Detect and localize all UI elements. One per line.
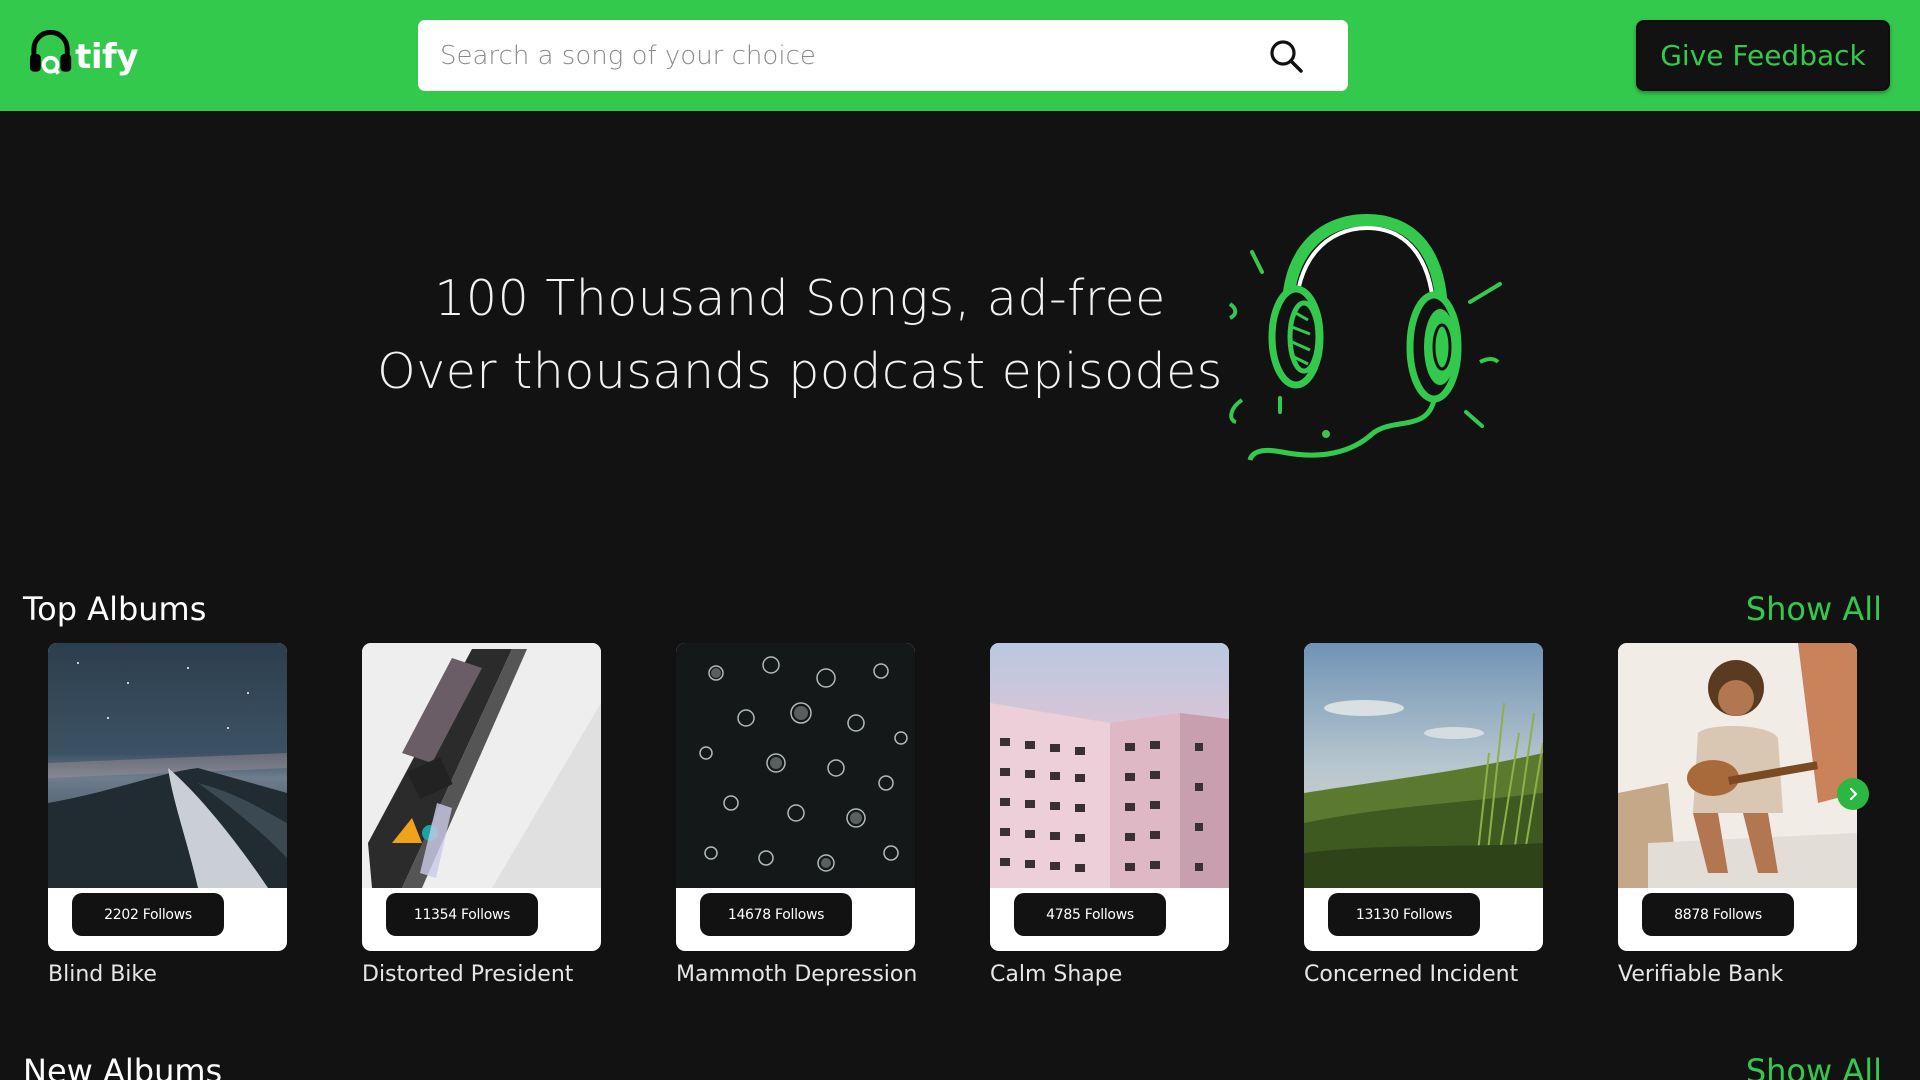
album-card[interactable]: 2202 Follows xyxy=(48,643,287,951)
hero-subheadline: Over thousands podcast episodes xyxy=(377,343,1223,400)
album-cover-pink-building xyxy=(990,643,1229,888)
follows-count: 14678 Follows xyxy=(700,893,852,936)
album-title[interactable]: Concerned Incident xyxy=(1304,962,1518,987)
app-logo[interactable]: tify xyxy=(28,22,138,82)
chevron-right-icon xyxy=(1849,787,1858,801)
album-card[interactable]: 8878 Follows xyxy=(1618,643,1857,951)
headphones-logo-icon xyxy=(29,29,72,75)
headphones-illustration-icon xyxy=(1228,213,1502,461)
album-cover-cassette xyxy=(362,643,601,888)
new-albums-title: New Albums xyxy=(23,1052,223,1080)
follows-count: 11354 Follows xyxy=(386,893,538,936)
search-bar xyxy=(418,20,1348,91)
album-card[interactable]: 14678 Follows xyxy=(676,643,915,951)
album-title[interactable]: Verifiable Bank xyxy=(1618,962,1783,987)
album-card[interactable]: 11354 Follows xyxy=(362,643,601,951)
top-navbar: tify Give Feedback xyxy=(0,0,1920,111)
give-feedback-button[interactable]: Give Feedback xyxy=(1636,20,1890,91)
album-cover-jellyfish xyxy=(676,643,915,888)
hero-headline: 100 Thousand Songs, ad-free xyxy=(434,270,1166,327)
search-icon[interactable] xyxy=(1268,38,1304,74)
album-title[interactable]: Mammoth Depression xyxy=(676,962,917,987)
top-albums-show-all-link[interactable]: Show All xyxy=(1746,590,1882,628)
logo-text: tify xyxy=(75,37,138,77)
album-card[interactable]: 4785 Follows xyxy=(990,643,1229,951)
follows-count: 13130 Follows xyxy=(1328,893,1480,936)
album-card[interactable]: 13130 Follows xyxy=(1304,643,1543,951)
follows-count: 4785 Follows xyxy=(1014,893,1166,936)
follows-count: 8878 Follows xyxy=(1642,893,1794,936)
new-albums-show-all-link[interactable]: Show All xyxy=(1746,1052,1882,1080)
album-title[interactable]: Distorted President xyxy=(362,962,573,987)
album-title[interactable]: Calm Shape xyxy=(990,962,1122,987)
album-title[interactable]: Blind Bike xyxy=(48,962,157,987)
top-albums-title: Top Albums xyxy=(23,590,207,628)
follows-count: 2202 Follows xyxy=(72,893,224,936)
album-cover-night-dunes xyxy=(48,643,287,888)
album-cover-grass-field xyxy=(1304,643,1543,888)
search-input[interactable] xyxy=(418,20,1278,91)
album-cover-ukulele-child xyxy=(1618,643,1857,888)
carousel-next-button[interactable] xyxy=(1837,778,1869,810)
